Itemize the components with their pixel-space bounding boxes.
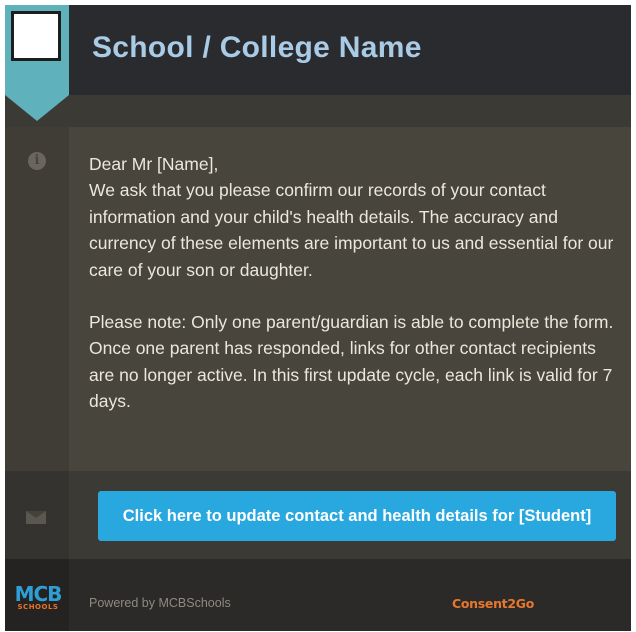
message-paragraph-2: Please note: Only one parent/guardian is… xyxy=(89,312,614,412)
message-paragraph-1: We ask that you please confirm our recor… xyxy=(89,180,614,280)
school-name-title: School / College Name xyxy=(92,31,422,64)
action-sidebar xyxy=(5,471,69,559)
message-paragraph: Dear Mr [Name], We ask that you please c… xyxy=(89,151,619,283)
school-logo-column xyxy=(5,5,69,95)
mail-icon xyxy=(26,511,46,524)
footer: MCB SCHOOLS Powered by MCBSchools Consen… xyxy=(5,559,631,631)
mcb-logo-word: MCB xyxy=(14,582,63,606)
header-spacer xyxy=(5,95,631,127)
message-section: i Dear Mr [Name], We ask that you please… xyxy=(5,127,631,471)
update-details-button[interactable]: Click here to update contact and health … xyxy=(98,491,616,541)
header: School / College Name xyxy=(5,5,631,95)
email-frame: School / College Name i Dear Mr [Name], … xyxy=(5,5,631,631)
powered-by-text: Powered by MCBSchools xyxy=(89,596,231,610)
mcb-schools-logo: MCB SCHOOLS xyxy=(9,582,67,612)
school-logo-placeholder xyxy=(11,11,61,61)
message-body: Dear Mr [Name], We ask that you please c… xyxy=(89,151,619,415)
message-sidebar: i xyxy=(5,127,69,471)
mcb-logo-sub: SCHOOLS xyxy=(17,603,59,611)
action-section: Click here to update contact and health … xyxy=(5,471,631,559)
consent2go-logo: Consent2Go xyxy=(452,596,534,611)
footer-sidebar: MCB SCHOOLS xyxy=(5,559,69,631)
greeting: Dear Mr [Name], xyxy=(89,154,219,174)
info-icon: i xyxy=(28,152,46,170)
header-chevron xyxy=(5,95,69,121)
